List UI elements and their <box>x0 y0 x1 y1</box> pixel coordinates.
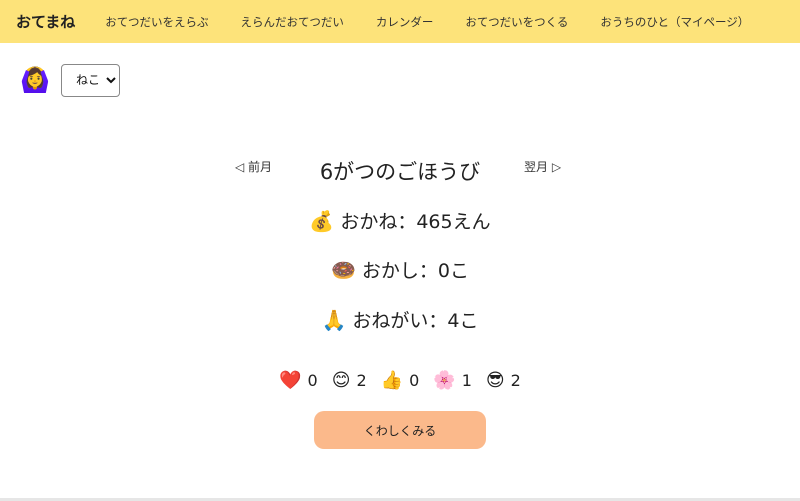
month-navigation: ◁ 前月 6がつのごほうび 翌月 ▷ <box>0 152 800 192</box>
reaction-flower[interactable]: 🌸 1 <box>433 370 472 391</box>
girl-icon: 🙆‍♀️ <box>20 66 50 94</box>
reward-money-text: おかね：465えん <box>340 211 491 233</box>
reward-wish-text: おねがい：4こ <box>352 310 479 332</box>
child-select[interactable]: ねこ <box>61 63 120 97</box>
reaction-count: 2 <box>510 371 521 390</box>
reaction-smile[interactable]: 😊 2 <box>332 370 367 391</box>
user-row: 🙆‍♀️ ねこ <box>20 63 120 97</box>
reward-wish: 🙏 おねがい：4こ <box>0 306 800 333</box>
nav-choose-chores[interactable]: おてつだいをえらぶ <box>89 14 224 30</box>
money-bag-icon: 💰 <box>309 209 335 233</box>
reaction-thumbs-up[interactable]: 👍 0 <box>381 370 420 391</box>
donut-icon: 🍩 <box>331 258 356 282</box>
reward-money: 💰 おかね：465えん <box>0 207 800 234</box>
nav-selected-chores[interactable]: えらんだおてつだい <box>225 14 360 30</box>
heart-icon: ❤️ <box>279 370 302 391</box>
reaction-count: 0 <box>307 371 318 390</box>
nav-calendar[interactable]: カレンダー <box>360 14 450 30</box>
nav-create-chore[interactable]: おてつだいをつくる <box>449 14 584 30</box>
view-details-button[interactable]: くわしくみる <box>314 411 486 449</box>
reaction-bar: ❤️ 0 😊 2 👍 0 🌸 1 😎 2 <box>0 370 800 391</box>
next-month-link[interactable]: 翌月 ▷ <box>524 158 561 175</box>
smile-icon: 😊 <box>331 370 351 391</box>
reaction-count: 1 <box>461 371 472 390</box>
flower-icon: 🌸 <box>433 370 456 391</box>
top-navbar: おてまね おてつだいをえらぶ えらんだおてつだい カレンダー おてつだいをつくる… <box>0 0 800 43</box>
nav-my-page[interactable]: おうちのひと（マイページ） <box>584 14 765 30</box>
brand-logo[interactable]: おてまね <box>16 11 75 32</box>
sunglasses-icon: 😎 <box>485 370 505 391</box>
reward-snack: 🍩 おかし：0こ <box>0 256 800 283</box>
reaction-count: 2 <box>356 371 367 390</box>
reward-snack-text: おかし：0こ <box>361 260 469 282</box>
page-title: 6がつのごほうび <box>319 160 481 184</box>
reaction-heart[interactable]: ❤️ 0 <box>279 370 318 391</box>
folded-hands-icon: 🙏 <box>321 308 347 332</box>
reaction-count: 0 <box>409 371 420 390</box>
thumbs-up-icon: 👍 <box>380 370 404 391</box>
reaction-sunglasses[interactable]: 😎 2 <box>486 370 521 391</box>
